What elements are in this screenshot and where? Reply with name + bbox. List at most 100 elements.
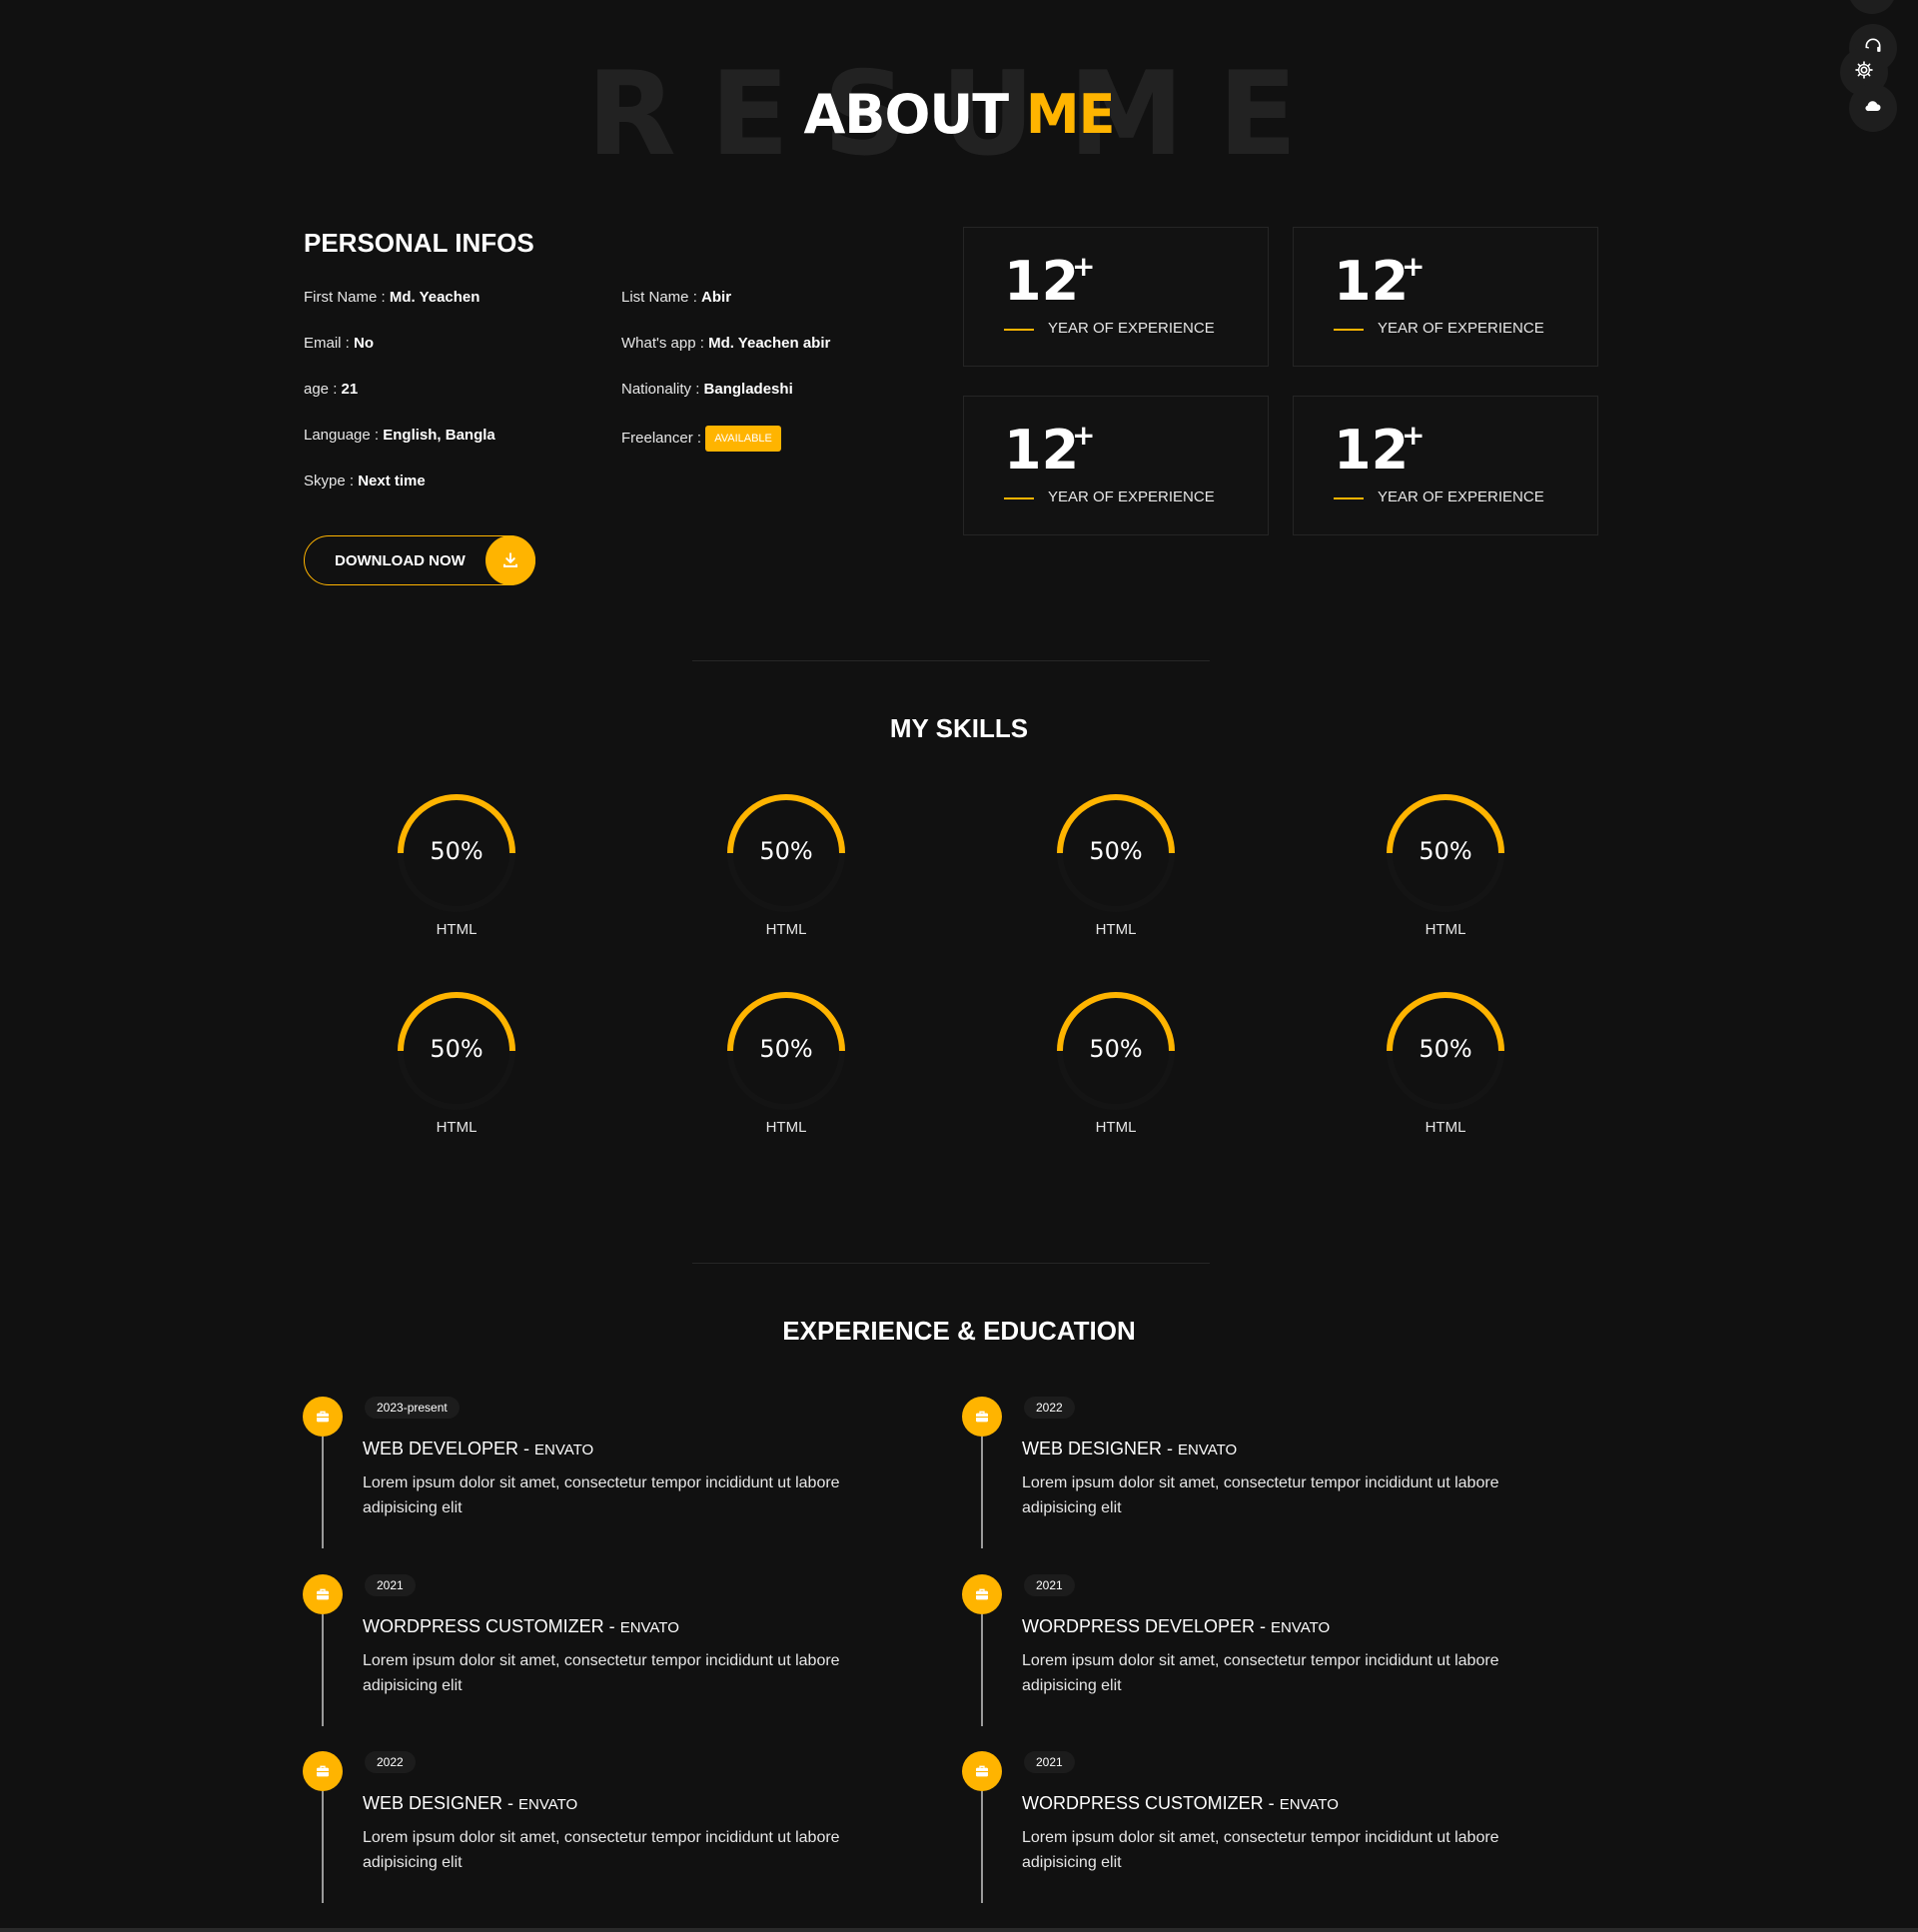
briefcase-icon <box>962 1751 1002 1791</box>
stat-card: 12 + YEAR OF EXPERIENCE <box>963 227 1269 367</box>
top-partial-button[interactable] <box>1848 0 1896 14</box>
info-label: Nationality : <box>621 381 704 398</box>
timeline-line <box>322 1437 324 1548</box>
timeline-date: 2022 <box>365 1751 416 1773</box>
skill-name: HTML <box>436 921 478 938</box>
skill-item: 50% HTML <box>1046 991 1186 1151</box>
info-label: Language : <box>304 427 384 444</box>
stat-card: 12 + YEAR OF EXPERIENCE <box>1293 227 1598 367</box>
stat-label: YEAR OF EXPERIENCE <box>1048 488 1215 505</box>
section-divider <box>692 1263 1210 1264</box>
personal-infos-heading: PERSONAL INFOS <box>304 228 534 258</box>
skills-heading: MY SKILLS <box>889 713 1029 743</box>
timeline-role: WEB DEVELOPER - <box>363 1439 535 1458</box>
status-badge: AVAILABLE <box>705 426 781 452</box>
personal-infos-section: PERSONAL INFOS First Name : Md. Yeachen … <box>304 228 943 585</box>
info-whatsapp: What's app : Md. Yeachen abir <box>621 334 943 354</box>
stat-card: 12 + YEAR OF EXPERIENCE <box>963 396 1269 535</box>
timeline-date: 2021 <box>1024 1574 1075 1596</box>
stat-suffix: + <box>1072 250 1096 283</box>
stat-accent-line <box>1334 497 1364 499</box>
info-value: English, Bangla <box>383 427 495 444</box>
info-first-name: First Name : Md. Yeachen <box>304 288 621 308</box>
timeline-role: WORDPRESS CUSTOMIZER - <box>363 1616 620 1636</box>
timeline-item: 2021 WORDPRESS DEVELOPER - ENVATO Lorem … <box>962 1574 1561 1726</box>
briefcase-icon <box>962 1397 1002 1437</box>
skill-name: HTML <box>1095 921 1137 938</box>
timeline-line <box>981 1437 983 1548</box>
info-value: Abir <box>701 289 732 306</box>
info-label: Freelancer : <box>621 429 706 447</box>
timeline-item: 2021 WORDPRESS CUSTOMIZER - ENVATO Lorem… <box>962 1751 1561 1903</box>
timeline-line <box>322 1791 324 1903</box>
download-icon <box>485 535 535 585</box>
personal-info-grid: First Name : Md. Yeachen List Name : Abi… <box>304 288 943 491</box>
timeline-company: ENVATO <box>1279 1796 1339 1813</box>
timeline-item: 2021 WORDPRESS CUSTOMIZER - ENVATO Lorem… <box>303 1574 902 1726</box>
timeline-company: ENVATO <box>1271 1619 1331 1636</box>
timeline-item: 2022 WEB DESIGNER - ENVATO Lorem ipsum d… <box>962 1397 1561 1548</box>
title-main: ABOUT <box>803 83 1010 146</box>
info-age: age : 21 <box>304 380 621 400</box>
title-accent: ME <box>1025 83 1116 146</box>
timeline-description: Lorem ipsum dolor sit amet, consectetur … <box>1022 1829 1499 1871</box>
info-label: Skype : <box>304 473 359 489</box>
info-skype: Skype : Next time <box>304 472 621 491</box>
skill-name: HTML <box>1425 1119 1466 1136</box>
stat-card: 12 + YEAR OF EXPERIENCE <box>1293 396 1598 535</box>
info-label: What's app : <box>621 335 709 352</box>
stat-label: YEAR OF EXPERIENCE <box>1378 320 1544 337</box>
timeline-title: WORDPRESS CUSTOMIZER - ENVATO <box>1022 1793 1339 1814</box>
timeline-description: Lorem ipsum dolor sit amet, consectetur … <box>363 1652 840 1694</box>
skill-item: 50% HTML <box>1046 793 1186 953</box>
timeline-line <box>322 1614 324 1726</box>
info-language: Language : English, Bangla <box>304 426 621 446</box>
timeline-role: WEB DESIGNER - <box>1022 1439 1179 1458</box>
timeline-title: WEB DEVELOPER - ENVATO <box>363 1439 593 1459</box>
info-value: Md. Yeachen <box>389 289 480 306</box>
timeline-description: Lorem ipsum dolor sit amet, consectetur … <box>363 1474 840 1516</box>
download-button[interactable]: DOWNLOAD NOW <box>304 535 535 585</box>
stat-number: 12 <box>1004 250 1080 313</box>
info-value: 21 <box>341 381 359 398</box>
skill-item: 50% HTML <box>716 793 856 953</box>
skill-item: 50% HTML <box>1376 991 1515 1151</box>
skill-percent: 50% <box>1089 1035 1143 1063</box>
timeline-description: Lorem ipsum dolor sit amet, consectetur … <box>1022 1652 1499 1694</box>
stat-number: 12 <box>1334 419 1410 482</box>
timeline-company: ENVATO <box>619 1619 679 1636</box>
footer-edge <box>0 1928 1918 1932</box>
timeline-role: WORDPRESS DEVELOPER - <box>1022 1616 1272 1636</box>
timeline-item: 2023-present WEB DEVELOPER - ENVATO Lore… <box>303 1397 902 1548</box>
timeline-company: ENVATO <box>518 1796 578 1813</box>
info-value: Md. Yeachen abir <box>708 335 831 352</box>
info-nationality: Nationality : Bangladeshi <box>621 380 943 400</box>
hero-section: RESUME ABOUT ME <box>0 57 1918 173</box>
skill-name: HTML <box>765 921 807 938</box>
info-label: Email : <box>304 335 355 352</box>
timeline-role: WEB DESIGNER - <box>363 1793 519 1813</box>
timeline-line <box>981 1791 983 1903</box>
briefcase-icon <box>303 1751 343 1791</box>
timeline-company: ENVATO <box>1178 1442 1238 1458</box>
info-freelancer: Freelancer : AVAILABLE <box>621 426 943 452</box>
stat-accent-line <box>1004 497 1034 499</box>
timeline-description: Lorem ipsum dolor sit amet, consectetur … <box>363 1829 840 1871</box>
skill-item: 50% HTML <box>387 991 526 1151</box>
timeline-description: Lorem ipsum dolor sit amet, consectetur … <box>1022 1474 1499 1516</box>
skill-name: HTML <box>765 1119 807 1136</box>
skill-percent: 50% <box>430 837 483 865</box>
skill-percent: 50% <box>1419 1035 1472 1063</box>
experience-heading: EXPERIENCE & EDUCATION <box>782 1316 1136 1346</box>
info-label: List Name : <box>621 289 702 306</box>
timeline-role: WORDPRESS CUSTOMIZER - <box>1022 1793 1280 1813</box>
skill-percent: 50% <box>1419 837 1472 865</box>
timeline-title: WEB DESIGNER - ENVATO <box>1022 1439 1237 1459</box>
skill-percent: 50% <box>759 1035 813 1063</box>
info-value: Bangladeshi <box>703 381 793 398</box>
download-label: DOWNLOAD NOW <box>335 551 466 569</box>
skill-percent: 50% <box>759 837 813 865</box>
skill-percent: 50% <box>1089 837 1143 865</box>
skill-percent: 50% <box>430 1035 483 1063</box>
info-value: Next time <box>358 473 426 489</box>
